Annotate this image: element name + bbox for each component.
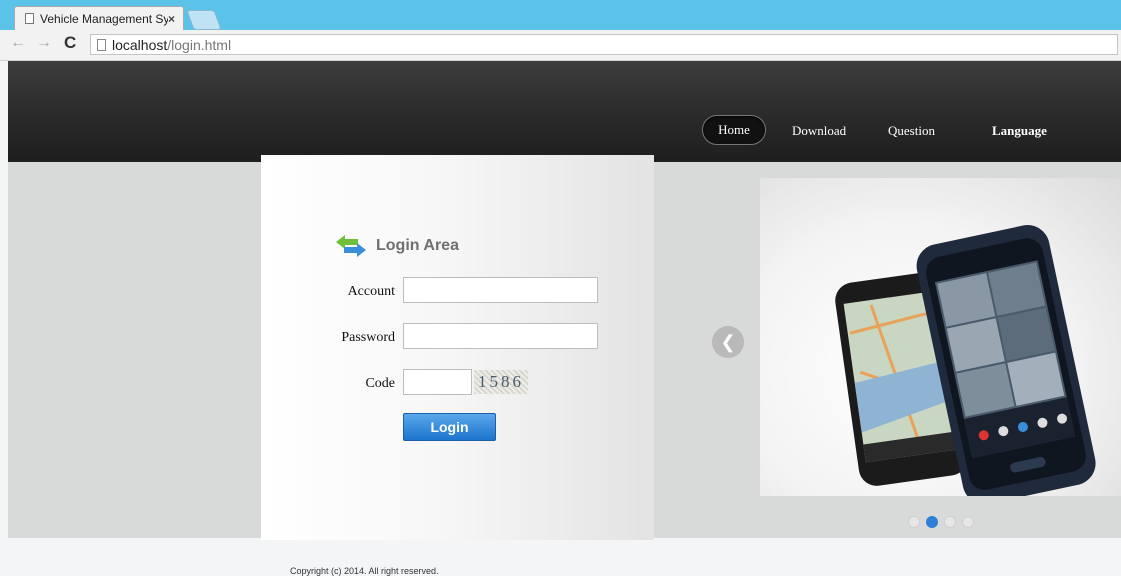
chevron-left-icon: ❮ [720,331,736,352]
nav-question[interactable]: Question [888,123,935,139]
address-bar[interactable]: localhost/login.html [90,34,1118,55]
browser-tab[interactable]: Vehicle Management Syst × [14,6,184,30]
code-label: Code [365,376,395,391]
url-host: localhost [112,36,168,53]
phones-image [835,225,1096,505]
carousel-dot-active[interactable] [926,516,938,528]
browser-tabstrip: Vehicle Management Syst × [0,0,1121,30]
login-heading: Login Area [334,235,459,257]
forward-icon[interactable]: → [36,34,52,52]
code-input[interactable] [403,369,472,395]
carousel-dots [908,516,974,528]
password-input[interactable] [403,323,598,349]
swap-arrows-icon [334,235,368,257]
tab-title: Vehicle Management Syst [40,11,168,26]
footer-copyright: Copyright (c) 2014. All right reserved. [290,566,439,576]
url-path: /login.html [167,36,232,53]
carousel-slide [760,178,1121,505]
carousel-dot[interactable] [944,516,956,528]
carousel-dot[interactable] [908,516,920,528]
login-button[interactable]: Login [403,413,496,441]
carousel-prev-button[interactable]: ❮ [712,326,744,358]
password-label: Password [341,330,395,345]
account-label: Account [347,284,395,299]
back-icon[interactable]: ← [10,34,26,52]
page-icon [25,13,34,24]
captcha-image[interactable]: 1586 [474,370,528,394]
login-title: Login Area [376,237,459,254]
site-header [8,61,1121,162]
account-input[interactable] [403,277,598,303]
nav-home[interactable]: Home [702,115,766,145]
nav-language[interactable]: Language [992,123,1047,139]
new-tab-button[interactable] [186,10,222,30]
close-tab-icon[interactable]: × [168,12,175,26]
browser-toolbar: ← → C localhost/login.html [0,30,1121,61]
carousel-dot[interactable] [962,516,974,528]
nav-download[interactable]: Download [792,123,846,139]
reload-icon[interactable]: C [64,33,76,53]
page-icon [97,38,106,51]
